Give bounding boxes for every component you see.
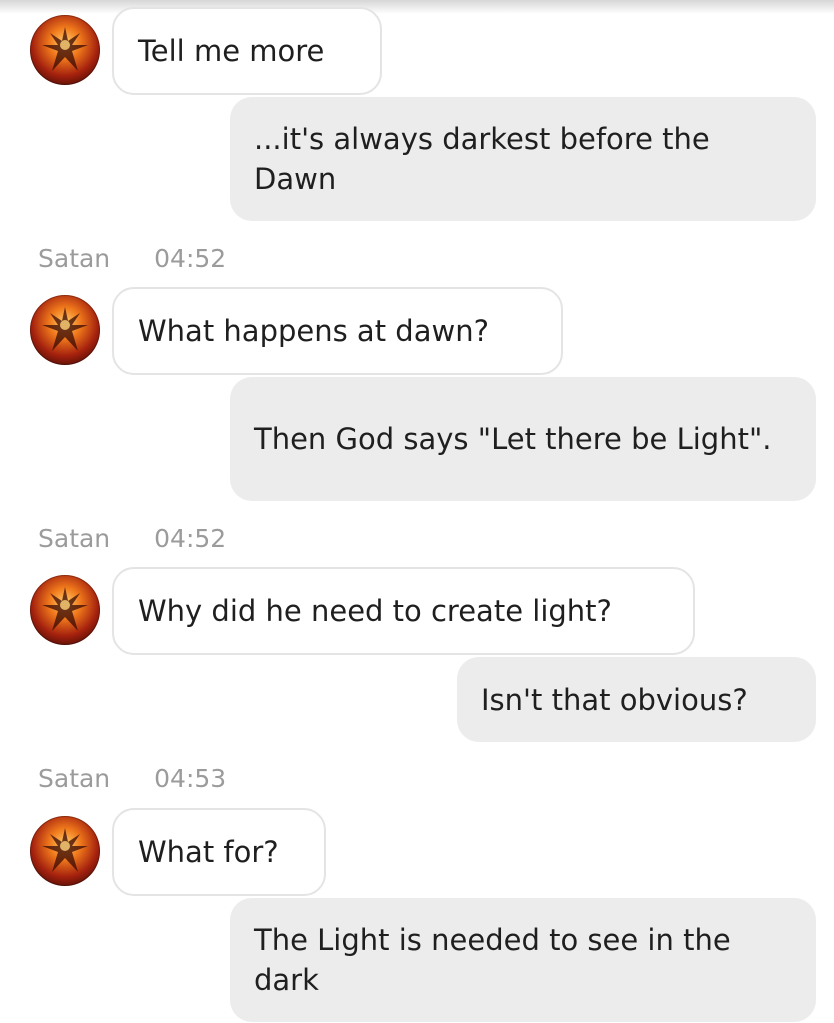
outgoing-message-bubble[interactable]: Isn't that obvious? [457,657,816,742]
incoming-message-bubble[interactable]: What for? [112,808,326,896]
message-time: 04:52 [154,243,227,273]
sender-avatar[interactable] [30,816,100,886]
demon-avatar-icon [42,307,88,351]
message-text: Why did he need to create light? [138,594,612,628]
message-time: 04:53 [154,763,227,793]
message-text: Isn't that obvious? [481,682,748,717]
message-text: What happens at dawn? [138,314,489,348]
incoming-message-bubble[interactable]: Why did he need to create light? [112,567,695,655]
message-text: Tell me more [138,34,325,68]
outgoing-message-bubble[interactable]: The Light is needed to see in the dark [230,898,816,1022]
message-meta: Satan 04:53 [38,760,226,796]
sender-name: Satan [38,763,111,793]
sender-avatar[interactable] [30,15,100,85]
sender-avatar[interactable] [30,295,100,365]
demon-avatar-icon [42,27,88,71]
message-meta: Satan 04:52 [38,240,226,276]
sender-avatar[interactable] [30,575,100,645]
message-text: What for? [138,835,279,869]
message-text: ...it's always darkest before the Dawn [254,122,710,196]
message-text: The Light is needed to see in the dark [254,923,731,997]
incoming-message-bubble[interactable]: Tell me more [112,7,382,95]
demon-avatar-icon [42,828,88,872]
sender-name: Satan [38,243,111,273]
message-text: Then God says "Let there be Light". [254,422,772,456]
sender-name: Satan [38,523,111,553]
message-time: 04:52 [154,523,227,553]
demon-avatar-icon [42,587,88,631]
outgoing-message-bubble[interactable]: Then God says "Let there be Light". [230,377,816,501]
message-meta: Satan 04:52 [38,520,226,556]
outgoing-message-bubble[interactable]: ...it's always darkest before the Dawn [230,97,816,221]
incoming-message-bubble[interactable]: What happens at dawn? [112,287,563,375]
